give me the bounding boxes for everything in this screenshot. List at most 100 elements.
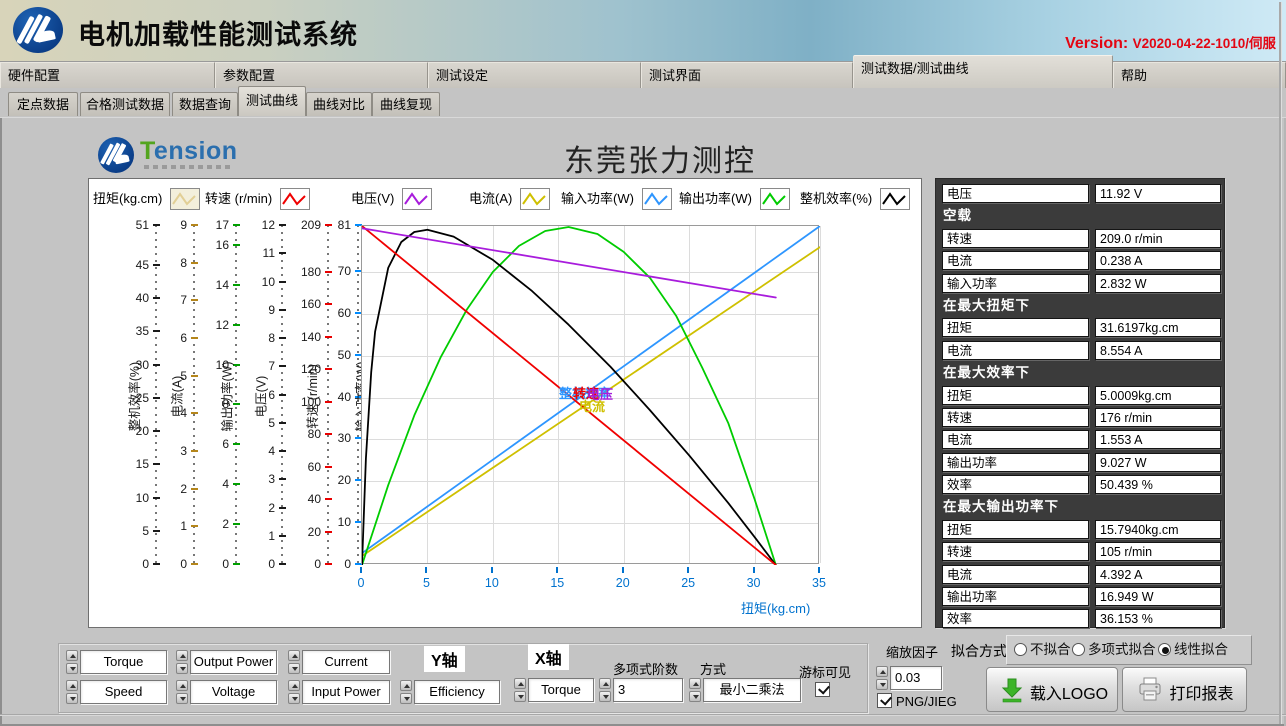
panel-row: 输出功率16.949 W	[942, 587, 1224, 606]
legend-swatch[interactable]	[280, 188, 310, 210]
y-selector-current-spinner-up[interactable]	[288, 650, 300, 661]
y-selector-efficiency-spinner[interactable]	[400, 680, 412, 704]
legend-swatch[interactable]	[642, 188, 672, 210]
y-tick-label: 5	[111, 524, 149, 538]
y-tick-label: 2	[191, 517, 229, 531]
legend-swatch[interactable]	[402, 188, 432, 210]
y-tick-mark	[325, 531, 332, 533]
radio-dot	[1158, 643, 1171, 656]
legend-item-4[interactable]: 电流(A)	[469, 188, 550, 210]
panel-row: 电流8.554 A	[942, 341, 1224, 360]
y-selector-output-power-spinner-up[interactable]	[176, 650, 188, 661]
y-tick-mark	[279, 422, 286, 424]
x-axis-selector-spinner[interactable]	[514, 678, 526, 702]
legend-item-5[interactable]: 输入功率(W)	[561, 188, 672, 210]
y-selector-current-spinner[interactable]	[288, 650, 300, 674]
zoom-factor-input-spinner-down[interactable]	[876, 679, 888, 690]
y-selector-voltage-spinner-up[interactable]	[176, 680, 188, 691]
zoom-factor-input-spinner[interactable]	[876, 666, 888, 690]
y-selector-speed-spinner[interactable]	[66, 680, 78, 704]
y-selector-torque-spinner-up[interactable]	[66, 650, 78, 661]
sub-tab-1[interactable]: 定点数据	[8, 92, 78, 116]
legend-swatch[interactable]	[760, 188, 790, 210]
y-tick-label: 17	[191, 218, 229, 232]
poly-order-input-spinner-down[interactable]	[599, 691, 611, 702]
y-selector-torque[interactable]: Torque	[80, 650, 167, 674]
y-selector-torque-spinner[interactable]	[66, 650, 78, 674]
x-axis-selector-spinner-down[interactable]	[514, 691, 526, 702]
y-selector-voltage-spinner[interactable]	[176, 680, 188, 704]
y-selector-input-power-spinner-down[interactable]	[288, 693, 300, 704]
panel-field-value: 11.92 V	[1095, 184, 1221, 203]
fit-method-selector-spinner-up[interactable]	[689, 678, 701, 689]
y-selector-speed-spinner-down[interactable]	[66, 693, 78, 704]
png-jpeg-checkbox[interactable]	[877, 693, 892, 708]
legend-item-6[interactable]: 输出功率(W)	[679, 188, 790, 210]
fit-method-selector-spinner-down[interactable]	[689, 691, 701, 702]
fit-radio-1[interactable]: 不拟合	[1014, 642, 1071, 662]
y-selector-efficiency[interactable]: Efficiency	[414, 680, 500, 704]
method-label: 方式	[700, 659, 726, 678]
x-tick-label: 30	[739, 576, 769, 590]
menu-tab-2[interactable]: 参数配置	[215, 62, 428, 88]
zoom-factor-input-spinner-up[interactable]	[876, 666, 888, 677]
fit-method-selector[interactable]: 最小二乘法	[703, 678, 801, 702]
poly-order-input-spinner-up[interactable]	[599, 678, 611, 689]
panel-row: 电流4.392 A	[942, 565, 1224, 584]
x-axis-selector-spinner-up[interactable]	[514, 678, 526, 689]
y-selector-current[interactable]: Current	[302, 650, 390, 674]
y-selector-input-power[interactable]: Input Power	[302, 680, 390, 704]
legend-swatch[interactable]	[170, 188, 200, 210]
sub-tab-4[interactable]: 测试曲线	[238, 86, 306, 116]
fit-method-selector-spinner[interactable]	[689, 678, 701, 702]
cursor-visible-checkbox[interactable]	[815, 682, 830, 697]
y-tick-label: 1	[237, 529, 275, 543]
y-selector-output-power-spinner-down[interactable]	[176, 663, 188, 674]
sub-tab-5[interactable]: 曲线对比	[306, 92, 372, 116]
y-selector-speed-spinner-up[interactable]	[66, 680, 78, 691]
y-selector-torque-spinner-down[interactable]	[66, 663, 78, 674]
y-selector-efficiency-spinner-up[interactable]	[400, 680, 412, 691]
legend-item-2[interactable]: 转速 (r/min)	[205, 188, 310, 210]
legend-item-3[interactable]: 电压(V)	[351, 188, 432, 210]
panel-row: 输入功率2.832 W	[942, 274, 1224, 293]
y-selector-output-power[interactable]: Output Power	[190, 650, 277, 674]
sub-tab-2[interactable]: 合格测试数据	[80, 92, 170, 116]
y-selector-input-power-spinner[interactable]	[288, 680, 300, 704]
poly-order-input-spinner[interactable]	[599, 678, 611, 702]
y-selector-current-spinner-down[interactable]	[288, 663, 300, 674]
menu-tab-4[interactable]: 测试界面	[641, 62, 853, 88]
menu-tab-5[interactable]: 测试数据/测试曲线	[853, 55, 1113, 88]
tension-logo-icon	[98, 137, 134, 173]
y-tick-label: 0	[111, 557, 149, 571]
menu-tab-3[interactable]: 测试设定	[428, 62, 641, 88]
y-selector-voltage[interactable]: Voltage	[190, 680, 277, 704]
panel-field-value: 209.0 r/min	[1095, 229, 1221, 248]
poly-order-input[interactable]: 3	[613, 678, 683, 702]
menu-tab-1[interactable]: 硬件配置	[0, 62, 215, 88]
y-selector-efficiency-spinner-down[interactable]	[400, 693, 412, 704]
zoom-factor-input[interactable]: 0.03	[890, 666, 942, 690]
fit-radio-3[interactable]: 线性拟合	[1158, 642, 1228, 662]
panel-field-label: 转速	[942, 229, 1089, 248]
legend-label: 整机效率(%)	[800, 188, 872, 210]
legend-item-1[interactable]: 扭矩(kg.cm)	[93, 188, 200, 210]
fit-radio-2[interactable]: 多项式拟合	[1072, 642, 1156, 662]
legend-swatch[interactable]	[520, 188, 550, 210]
x-axis-selector[interactable]: Torque	[528, 678, 594, 702]
sub-tab-6[interactable]: 曲线复现	[372, 92, 440, 116]
y-selector-input-power-spinner-up[interactable]	[288, 680, 300, 691]
legend-label: 电压(V)	[351, 188, 394, 210]
y-selector-output-power-spinner[interactable]	[176, 650, 188, 674]
load-logo-button[interactable]: 载入LOGO	[986, 667, 1118, 712]
menu-tab-6[interactable]: 帮助	[1113, 62, 1286, 88]
y-selector-voltage-spinner-down[interactable]	[176, 693, 188, 704]
legend-swatch[interactable]	[880, 188, 910, 210]
sub-tab-3[interactable]: 数据查询	[172, 92, 238, 116]
legend-item-7[interactable]: 整机效率(%)	[800, 188, 910, 210]
chart-title: 东莞张力测控	[460, 136, 860, 180]
y-selector-speed[interactable]: Speed	[80, 680, 167, 704]
y-tick-label: 140	[283, 330, 321, 344]
print-report-button[interactable]: 打印报表	[1122, 667, 1247, 712]
y-axis-chip: Y轴	[424, 646, 465, 672]
